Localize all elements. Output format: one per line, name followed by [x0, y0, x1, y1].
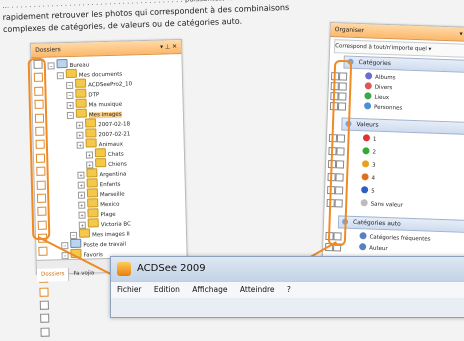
folder-icon — [95, 158, 107, 168]
folder-checkbox[interactable] — [40, 327, 50, 337]
folder-checkbox[interactable] — [40, 314, 50, 324]
rating-item[interactable]: 3 — [361, 160, 376, 170]
category-icon — [361, 160, 370, 168]
item-label: 5 — [371, 188, 375, 195]
category-icon — [364, 82, 372, 90]
rating-item[interactable]: 4 — [361, 173, 375, 183]
menu-edition[interactable]: Edition — [154, 285, 180, 294]
category-icon — [363, 102, 372, 110]
category-icon — [365, 72, 373, 80]
group-label: Valeurs — [356, 120, 379, 129]
expand-toggle-icon[interactable]: − — [56, 72, 64, 80]
group-label: Catégories — [358, 59, 392, 68]
folder-icon — [84, 118, 97, 128]
auto-category-item[interactable]: Auteur — [359, 243, 388, 254]
item-label: Personnes — [373, 104, 403, 112]
tab-dossiers[interactable]: Dossiers — [36, 268, 70, 282]
item-label: Lieux — [374, 94, 390, 102]
category-item[interactable]: Personnes — [363, 102, 403, 113]
panel-controls[interactable]: ▾ ⊥ ✕ — [459, 28, 464, 42]
dossiers-panel: Dossiers ▾ ⊥ ✕ − Bureau − Mes documents − ACD… — [30, 39, 189, 337]
folder-checkbox[interactable] — [39, 300, 49, 310]
panel-controls[interactable]: ▾ ⊥ ✕ — [160, 40, 177, 53]
group-categories-auto[interactable]: Catégories auto — [337, 215, 464, 234]
folder-icon — [87, 208, 99, 218]
category-icon — [362, 147, 370, 155]
menu-affichage[interactable]: Affichage — [192, 285, 227, 294]
pc-icon — [56, 59, 68, 69]
pc-icon — [70, 238, 82, 249]
window-titlebar[interactable]: ACDSee 2009 — [111, 257, 464, 281]
folder-icon — [75, 88, 87, 98]
category-icon — [362, 134, 371, 142]
folder-icon — [75, 108, 87, 118]
group-valeurs[interactable]: Valeurs — [341, 117, 464, 136]
category-icon — [359, 232, 367, 240]
category-icon — [360, 199, 368, 207]
rating-item[interactable]: 1 — [362, 134, 377, 144]
category-icon — [364, 92, 372, 100]
acdsee-window: ACDSee 2009 Fichier Edition Affichage At… — [110, 256, 464, 318]
rating-item[interactable]: Sans valeur — [360, 199, 403, 210]
expand-toggle-icon[interactable]: + — [76, 141, 84, 149]
folder-icon — [78, 228, 91, 238]
folder-checkbox[interactable] — [39, 287, 49, 297]
folder-icon — [94, 148, 107, 158]
menu-bar: Fichier Edition Affichage Atteindre ? — [111, 281, 464, 298]
menu-atteindre[interactable]: Atteindre — [240, 285, 275, 294]
folder-tree: − Bureau − Mes documents − ACDSeePro2_10− DTP +… — [31, 54, 186, 337]
folder-icon — [86, 178, 98, 188]
menu-help[interactable]: ? — [287, 285, 291, 294]
folder-icon — [85, 138, 97, 148]
category-icon — [361, 186, 369, 194]
expand-toggle-icon[interactable]: − — [66, 111, 75, 120]
dossiers-title-label: Dossiers — [35, 46, 61, 54]
item-label: 4 — [371, 175, 376, 182]
item-label: Albums — [374, 74, 396, 82]
folder-icon — [86, 188, 99, 198]
item-label: 1 — [372, 136, 377, 143]
item-label: Sans valeur — [370, 201, 403, 209]
folder-icon — [87, 198, 99, 208]
expand-toggle-icon[interactable]: − — [47, 62, 55, 70]
category-icon — [361, 173, 369, 181]
group-label: Catégories auto — [352, 218, 401, 228]
rating-item[interactable]: 2 — [362, 147, 376, 157]
folder-icon — [86, 168, 98, 178]
item-label: Catégories fréquentes — [369, 234, 431, 243]
rating-item[interactable]: 5 — [361, 186, 375, 196]
category-icon — [359, 243, 367, 251]
item-label: Auteur — [369, 245, 388, 253]
item-label: 2 — [372, 149, 377, 156]
item-label: Divers — [374, 84, 393, 92]
tab-favoris[interactable]: Fa vojia — [69, 267, 98, 281]
folder-checkbox[interactable] — [38, 247, 48, 257]
window-title: ACDSee 2009 — [137, 263, 206, 274]
acdsee-logo-icon — [117, 262, 131, 276]
folder-icon — [87, 218, 99, 228]
organiser-title-label: Organiser — [334, 26, 365, 35]
group-categories[interactable]: Catégories — [343, 55, 464, 74]
folder-icon — [85, 128, 97, 138]
item-label: 3 — [371, 162, 376, 169]
folder-icon — [74, 78, 87, 88]
folder-icon — [65, 68, 77, 79]
menu-fichier[interactable]: Fichier — [117, 285, 142, 294]
folder-icon — [75, 98, 87, 108]
